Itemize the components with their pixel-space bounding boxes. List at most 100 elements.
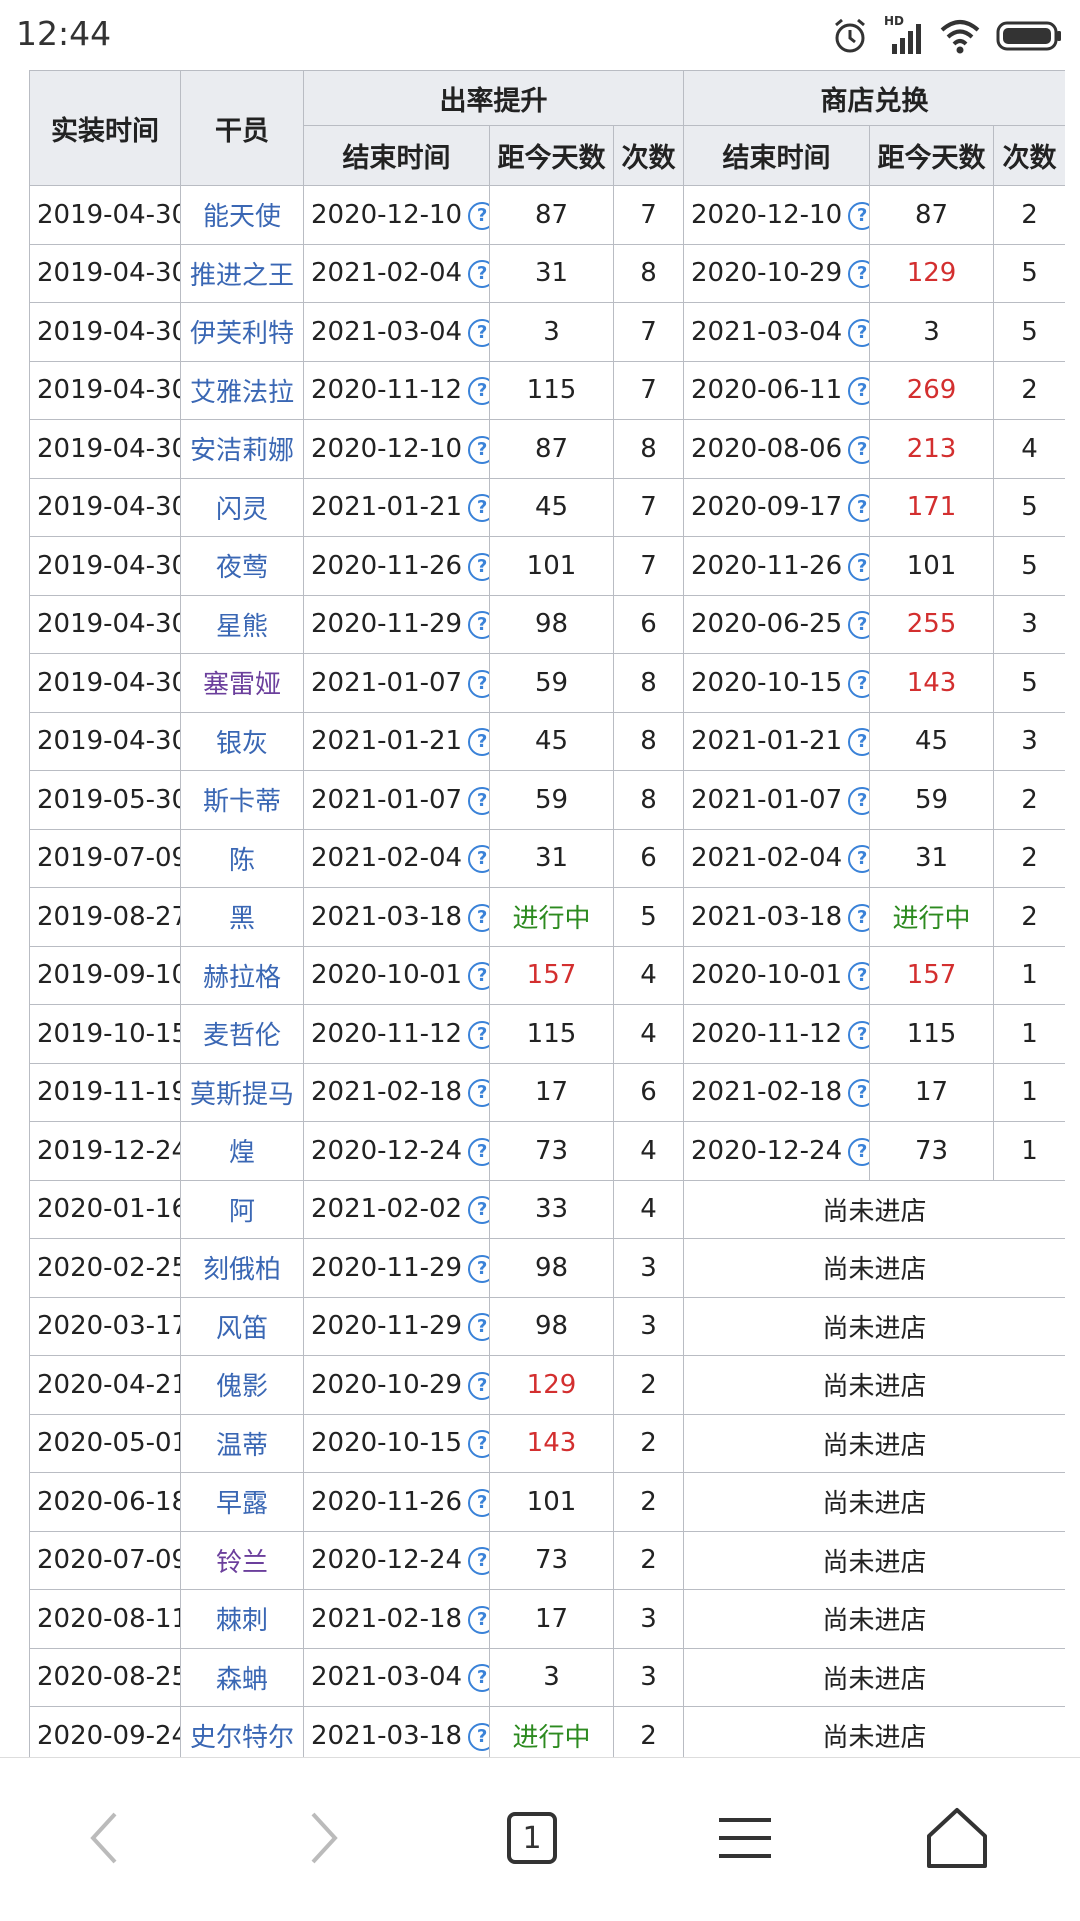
help-icon[interactable]: ? xyxy=(848,318,869,347)
help-icon[interactable]: ? xyxy=(468,1664,489,1693)
operator-name-link[interactable]: 伊芙利特 xyxy=(180,302,304,362)
help-icon[interactable]: ? xyxy=(468,1547,489,1576)
help-icon[interactable]: ? xyxy=(468,260,489,289)
help-icon[interactable]: ? xyxy=(468,1605,489,1634)
help-icon[interactable]: ? xyxy=(468,1254,489,1283)
help-icon[interactable]: ? xyxy=(468,1371,489,1400)
operator-name-link[interactable]: 陈 xyxy=(180,828,304,888)
help-icon[interactable]: ? xyxy=(848,1137,869,1166)
help-icon[interactable]: ? xyxy=(848,669,869,698)
operator-name-link[interactable]: 星熊 xyxy=(180,594,304,654)
status-icons: HD xyxy=(830,14,1062,58)
shop-end-cell: 2020-12-24? xyxy=(683,1121,871,1181)
end-date: 2020-12-10 xyxy=(311,199,463,230)
rate-up-count: 7 xyxy=(612,536,685,596)
help-icon[interactable]: ? xyxy=(848,377,869,406)
help-icon[interactable]: ? xyxy=(468,611,489,640)
header-rate-up-days-ago[interactable]: 距今天数 xyxy=(489,125,614,186)
operator-name-link[interactable]: 能天使 xyxy=(180,185,304,245)
release-date: 2020-02-25 xyxy=(29,1238,181,1298)
help-icon[interactable]: ? xyxy=(468,1079,489,1108)
operator-name-link[interactable]: 森蚺 xyxy=(180,1647,304,1707)
help-icon[interactable]: ? xyxy=(468,201,489,230)
help-icon[interactable]: ? xyxy=(848,728,869,757)
help-icon[interactable]: ? xyxy=(468,1020,489,1049)
help-icon[interactable]: ? xyxy=(468,435,489,464)
help-icon[interactable]: ? xyxy=(848,845,869,874)
back-button[interactable] xyxy=(60,1798,150,1878)
operator-name-link[interactable]: 银灰 xyxy=(180,711,304,771)
header-rate-up: 出率提升 xyxy=(302,70,685,126)
help-icon[interactable]: ? xyxy=(468,318,489,347)
shop-status: 尚未进店 xyxy=(683,1589,1065,1649)
end-date: 2020-10-29 xyxy=(311,1369,463,1400)
help-icon[interactable]: ? xyxy=(848,494,869,523)
help-icon[interactable]: ? xyxy=(848,260,869,289)
help-icon[interactable]: ? xyxy=(468,903,489,932)
operator-name-link[interactable]: 史尔特尔 xyxy=(180,1706,304,1757)
header-shop-end-time[interactable]: 结束时间 xyxy=(683,125,871,186)
help-icon[interactable]: ? xyxy=(468,669,489,698)
end-date: 2021-02-04 xyxy=(691,843,843,874)
release-date: 2019-04-30 xyxy=(29,536,181,596)
help-icon[interactable]: ? xyxy=(848,552,869,581)
help-icon[interactable]: ? xyxy=(468,552,489,581)
operator-name-link[interactable]: 夜莺 xyxy=(180,536,304,596)
help-icon[interactable]: ? xyxy=(468,1722,489,1751)
operator-table-container[interactable]: 实装时间 干员 出率提升 商店兑换 结束时间 距今天数 次数 结束时间 距今天数… xyxy=(29,70,1065,1757)
help-icon[interactable]: ? xyxy=(468,845,489,874)
operator-name-link[interactable]: 阿 xyxy=(180,1179,304,1239)
operator-name-link[interactable]: 赫拉格 xyxy=(180,945,304,1005)
help-icon[interactable]: ? xyxy=(848,201,869,230)
operator-name-link[interactable]: 塞雷娅 xyxy=(180,653,304,713)
help-icon[interactable]: ? xyxy=(848,1079,869,1108)
operator-name-link[interactable]: 闪灵 xyxy=(180,477,304,537)
help-icon[interactable]: ? xyxy=(848,1020,869,1049)
help-icon[interactable]: ? xyxy=(848,786,869,815)
help-icon[interactable]: ? xyxy=(848,962,869,991)
operator-name-link[interactable]: 推进之王 xyxy=(180,243,304,303)
operator-name-link[interactable]: 煌 xyxy=(180,1121,304,1181)
help-icon[interactable]: ? xyxy=(468,1488,489,1517)
header-shop-count[interactable]: 次数 xyxy=(993,125,1065,186)
shop-end-cell: 2020-11-26? xyxy=(683,536,871,596)
operator-name-link[interactable]: 棘刺 xyxy=(180,1589,304,1649)
tabs-button[interactable]: 1 xyxy=(487,1798,577,1878)
operator-name-link[interactable]: 黑 xyxy=(180,887,304,947)
end-date: 2021-02-04 xyxy=(311,258,463,289)
header-operator[interactable]: 干员 xyxy=(180,70,304,186)
help-icon[interactable]: ? xyxy=(848,903,869,932)
help-icon[interactable]: ? xyxy=(848,611,869,640)
shop-end-cell: 2021-02-18? xyxy=(683,1062,871,1122)
operator-name-link[interactable]: 风笛 xyxy=(180,1296,304,1356)
operator-name-link[interactable]: 刻俄柏 xyxy=(180,1238,304,1298)
header-rate-up-end-time[interactable]: 结束时间 xyxy=(303,125,490,186)
forward-button[interactable] xyxy=(278,1798,368,1878)
help-icon[interactable]: ? xyxy=(468,377,489,406)
help-icon[interactable]: ? xyxy=(468,494,489,523)
operator-name-link[interactable]: 铃兰 xyxy=(180,1530,304,1590)
help-icon[interactable]: ? xyxy=(468,1430,489,1459)
help-icon[interactable]: ? xyxy=(468,1313,489,1342)
help-icon[interactable]: ? xyxy=(468,1196,489,1225)
help-icon[interactable]: ? xyxy=(468,1137,489,1166)
operator-name-link[interactable]: 艾雅法拉 xyxy=(180,360,304,420)
operator-name-link[interactable]: 莫斯提马 xyxy=(180,1062,304,1122)
help-icon[interactable]: ? xyxy=(468,962,489,991)
operator-name-link[interactable]: 傀影 xyxy=(180,1355,304,1415)
header-shop-days-ago[interactable]: 距今天数 xyxy=(869,125,995,186)
operator-name-link[interactable]: 麦哲伦 xyxy=(180,1004,304,1064)
release-date: 2019-04-30 xyxy=(29,302,181,362)
home-button[interactable] xyxy=(912,1798,1002,1878)
menu-button[interactable] xyxy=(700,1798,790,1878)
operator-name-link[interactable]: 斯卡蒂 xyxy=(180,770,304,830)
help-icon[interactable]: ? xyxy=(848,435,869,464)
operator-name-link[interactable]: 早露 xyxy=(180,1472,304,1532)
operator-name-link[interactable]: 温蒂 xyxy=(180,1413,304,1473)
help-icon[interactable]: ? xyxy=(468,728,489,757)
help-icon[interactable]: ? xyxy=(468,786,489,815)
table-row: 2019-04-30 安洁莉娜 2020-12-10? 87 8 2020-08-06? 2… xyxy=(29,419,1065,479)
operator-name-link[interactable]: 安洁莉娜 xyxy=(180,419,304,479)
header-rate-up-count[interactable]: 次数 xyxy=(612,125,685,186)
header-release-time[interactable]: 实装时间 xyxy=(29,70,181,186)
